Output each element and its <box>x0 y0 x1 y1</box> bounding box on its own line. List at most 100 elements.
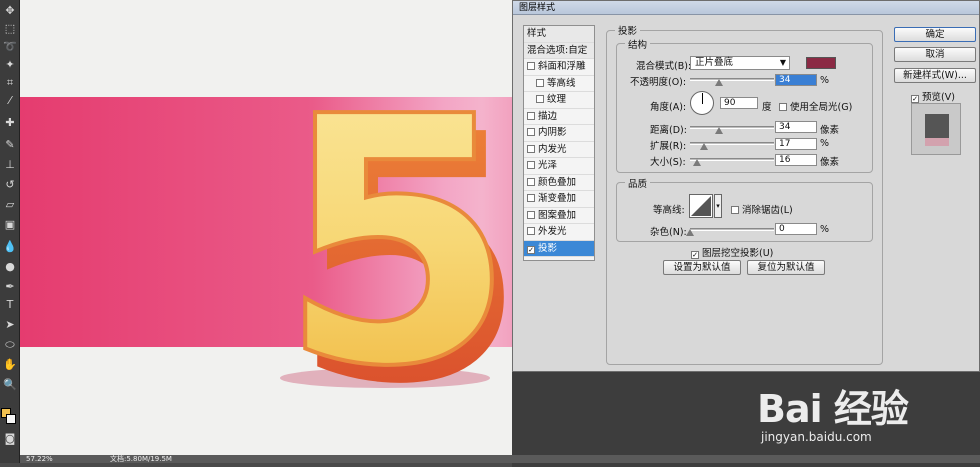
distance-slider[interactable] <box>690 126 774 129</box>
style-item-checkbox[interactable] <box>527 144 535 153</box>
spread-slider-thumb[interactable] <box>700 143 709 150</box>
eyedropper-tool-icon[interactable]: ⁄ <box>2 94 18 108</box>
style-item-label: 渐变叠加 <box>538 193 577 204</box>
style-item-checkbox[interactable] <box>536 95 544 103</box>
size-slider[interactable] <box>690 158 774 161</box>
style-item-label: 斜面和浮雕 <box>538 61 586 72</box>
noise-unit: % <box>820 224 830 235</box>
preview-box[interactable]: ✓ <box>911 95 919 103</box>
size-input[interactable]: 16 <box>775 154 817 166</box>
chevron-down-icon: ▼ <box>779 58 786 67</box>
ok-button[interactable]: 确定 <box>894 27 976 42</box>
shadow-color-swatch[interactable] <box>806 57 836 69</box>
style-item[interactable]: 纹理 <box>524 92 594 109</box>
style-item[interactable]: 等高线 <box>524 76 594 92</box>
distance-slider-thumb[interactable] <box>714 127 723 134</box>
magic-wand-tool-icon[interactable]: ✦ <box>2 58 18 72</box>
reset-default-button[interactable]: 复位为默认值 <box>747 260 825 275</box>
anti-alias-box[interactable] <box>731 206 739 214</box>
gradient-tool-icon[interactable]: ▣ <box>2 218 18 232</box>
blur-tool-icon[interactable]: 💧 <box>2 240 18 254</box>
knockout-box[interactable]: ✓ <box>691 251 699 259</box>
eraser-tool-icon[interactable]: ▱ <box>2 198 18 212</box>
contour-label: 等高线: <box>653 205 685 216</box>
noise-input[interactable]: 0 <box>775 223 817 235</box>
lasso-tool-icon[interactable]: ➰ <box>2 40 18 54</box>
opacity-slider-thumb[interactable] <box>714 79 723 86</box>
history-brush-icon[interactable]: ↺ <box>2 178 18 192</box>
marquee-tool-icon[interactable]: ⬚ <box>2 22 18 36</box>
quick-mask-icon[interactable]: ◙ <box>2 432 18 446</box>
style-item[interactable]: 颜色叠加 <box>524 175 594 191</box>
crop-tool-icon[interactable]: ⌗ <box>2 76 18 90</box>
spread-input[interactable]: 17 <box>775 138 817 150</box>
style-item-checkbox[interactable]: ✓ <box>527 245 535 254</box>
style-item-checkbox[interactable] <box>527 62 535 70</box>
cancel-button[interactable]: 取消 <box>894 47 976 62</box>
style-item-checkbox[interactable] <box>527 227 535 235</box>
style-item-label: 投影 <box>538 242 558 254</box>
style-item[interactable]: 图案叠加 <box>524 208 594 224</box>
global-light-box[interactable] <box>779 103 787 111</box>
blend-mode-label: 混合模式(B): <box>636 61 692 72</box>
preview-checkbox[interactable]: ✓ 预览(V) <box>911 89 955 103</box>
background-color-swatch[interactable] <box>6 414 16 424</box>
noise-slider[interactable] <box>690 228 774 231</box>
style-item[interactable]: 渐变叠加 <box>524 191 594 208</box>
opacity-slider[interactable] <box>690 78 774 81</box>
style-item-label: 内阴影 <box>538 127 567 138</box>
style-item-checkbox[interactable] <box>527 177 535 186</box>
contour-picker[interactable] <box>689 194 713 218</box>
noise-slider-thumb[interactable] <box>686 229 694 236</box>
shape-tool-icon[interactable]: ⬭ <box>2 338 18 352</box>
hand-tool-icon[interactable]: ✋ <box>2 358 18 372</box>
brush-tool-icon[interactable]: ✎ <box>2 138 18 152</box>
healing-brush-icon[interactable]: ✚ <box>2 116 18 130</box>
size-slider-thumb[interactable] <box>692 159 701 166</box>
style-item-label: 图案叠加 <box>538 209 577 221</box>
blending-options-item[interactable]: 混合选项:自定 <box>524 42 594 59</box>
zoom-tool-icon[interactable]: 🔍 <box>2 378 18 392</box>
blend-mode-select[interactable]: 正片叠底 ▼ <box>690 56 790 70</box>
move-tool-icon[interactable]: ✥ <box>2 4 18 18</box>
structure-legend: 结构 <box>625 37 651 51</box>
zoom-level[interactable]: 57.22% <box>26 455 53 463</box>
style-item[interactable]: 外发光 <box>524 224 594 241</box>
set-default-button[interactable]: 设置为默认值 <box>663 260 741 275</box>
dodge-tool-icon[interactable]: ● <box>2 260 18 274</box>
clone-stamp-icon[interactable]: ⊥ <box>2 158 18 172</box>
opacity-label: 不透明度(O): <box>630 77 687 88</box>
spread-unit: % <box>820 138 830 149</box>
type-tool-icon[interactable]: T <box>2 298 18 312</box>
style-item[interactable]: ✓ 投影 <box>524 240 594 257</box>
style-item[interactable]: 光泽 <box>524 158 594 175</box>
number-face: 5 <box>279 60 505 390</box>
style-item-checkbox[interactable] <box>527 210 535 219</box>
contour-dropdown-icon[interactable]: ▾ <box>714 194 722 218</box>
big-number-5-graphic: 5 5 <box>277 60 505 390</box>
pen-tool-icon[interactable]: ✒ <box>2 280 18 294</box>
global-light-checkbox[interactable]: 使用全局光(G) <box>779 99 852 113</box>
style-item[interactable]: 斜面和浮雕 <box>524 59 594 76</box>
style-item-checkbox[interactable] <box>527 194 535 202</box>
opacity-input[interactable]: 34 <box>775 74 817 86</box>
opacity-unit: % <box>820 75 830 86</box>
section-title: 投影 <box>615 23 641 37</box>
knockout-checkbox[interactable]: ✓ 图层挖空投影(U) <box>691 245 773 259</box>
new-style-button[interactable]: 新建样式(W)... <box>894 68 976 83</box>
path-selection-icon[interactable]: ➤ <box>2 318 18 332</box>
document-size: 文档:5.80M/19.5M <box>110 455 172 463</box>
style-item[interactable]: 内阴影 <box>524 125 594 142</box>
style-item[interactable]: 内发光 <box>524 142 594 158</box>
style-item[interactable]: 描边 <box>524 109 594 125</box>
style-item-checkbox[interactable] <box>536 78 544 87</box>
style-item-checkbox[interactable] <box>527 111 535 120</box>
style-item-checkbox[interactable] <box>527 161 535 169</box>
style-item-checkbox[interactable] <box>527 128 535 136</box>
angle-dial[interactable] <box>690 91 714 115</box>
distance-input[interactable]: 34 <box>775 121 817 133</box>
noise-label: 杂色(N): <box>650 227 687 238</box>
anti-alias-checkbox[interactable]: 消除锯齿(L) <box>731 202 793 216</box>
style-item-label: 描边 <box>538 110 558 122</box>
angle-input[interactable]: 90 <box>720 97 758 109</box>
